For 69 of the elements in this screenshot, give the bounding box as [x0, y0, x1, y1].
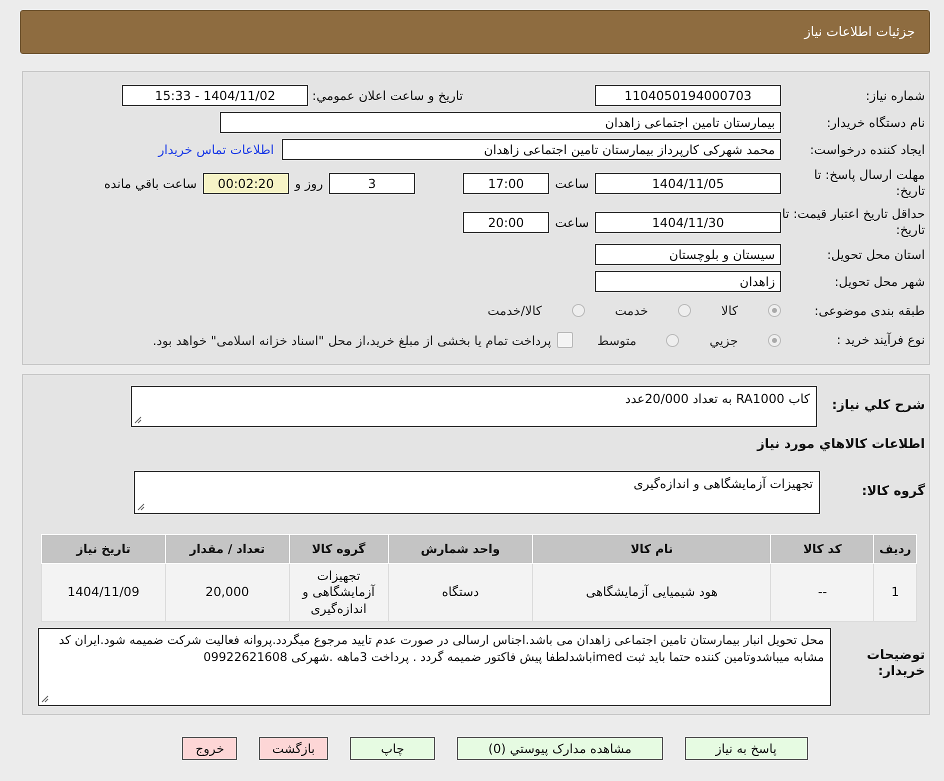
- text-field[interactable]: 1404/11/02 - 15:33: [122, 85, 308, 106]
- action-button[interactable]: بازگشت: [259, 737, 328, 760]
- column-header: تاریخ نیاز: [42, 534, 166, 564]
- table-cell: 1: [874, 564, 916, 622]
- option-label: خدمت: [614, 303, 648, 318]
- text-field[interactable]: بیمارستان تامین اجتماعی زاهدان: [220, 112, 781, 133]
- action-button[interactable]: پاسخ به نیاز: [684, 737, 808, 760]
- text-field[interactable]: سیستان و بلوچستان: [595, 244, 781, 265]
- text-field[interactable]: 1104050194000703: [595, 85, 781, 106]
- text-field[interactable]: 3: [328, 172, 415, 194]
- radio-button[interactable]: [666, 334, 680, 346]
- field-label: شرح کلي نیاز:: [830, 398, 926, 414]
- field-label: ایجاد کننده درخواست:: [808, 142, 926, 158]
- field-label: نام دستگاه خریدار:: [826, 114, 926, 130]
- table-cell: --: [770, 564, 874, 622]
- field-label: گروه کالا:: [860, 484, 926, 500]
- field-label: روز و: [294, 176, 323, 190]
- radio-button[interactable]: [768, 304, 781, 317]
- text-area[interactable]: کاب RA1000 به تعداد 20/000عدد: [131, 386, 817, 426]
- section-heading: اطلاعات کالاهاي مورد نیاز: [756, 436, 926, 452]
- field-label: استان محل تحویل:: [826, 246, 926, 262]
- radio-button[interactable]: [572, 304, 585, 317]
- field-label: شماره نیاز:: [864, 88, 926, 104]
- resize-grip-icon[interactable]: [137, 502, 145, 510]
- text-field[interactable]: 17:00: [462, 172, 549, 194]
- action-button[interactable]: مشاهده مدارک پیوستي (0): [457, 737, 663, 760]
- column-header: تعداد / مقدار: [165, 534, 290, 564]
- radio-button[interactable]: [768, 334, 781, 346]
- table-cell: دستگاه: [388, 564, 533, 622]
- resize-grip-icon[interactable]: [134, 416, 142, 424]
- option-label: کالا/خدمت: [487, 303, 542, 318]
- action-button[interactable]: خروج: [182, 737, 238, 760]
- column-header: واحد شمارش: [388, 534, 533, 564]
- field-label: ساعت: [554, 214, 589, 230]
- field-label: ساعت: [554, 176, 589, 190]
- table-cell: 20,000: [165, 564, 290, 622]
- field-label: حداقل تاریخ اعتبار قیمت: تا تاریخ:: [781, 206, 926, 238]
- table-cell: هود شیمیایی آزمایشگاهی: [532, 564, 771, 622]
- column-header: ردیف: [874, 534, 916, 564]
- radio-button[interactable]: [678, 304, 692, 317]
- field-label: نوع فرآیند خرید :: [836, 332, 926, 348]
- column-header: کد کالا: [770, 534, 874, 564]
- option-label: متوسط: [597, 332, 636, 348]
- text-field[interactable]: 20:00: [462, 212, 549, 232]
- column-header: نام کالا: [532, 534, 771, 564]
- text-field[interactable]: زاهدان: [595, 271, 781, 292]
- column-header: گروه کالا: [289, 534, 388, 564]
- field-label: مهلت ارسال پاسخ: تا تاریخ:: [813, 167, 926, 199]
- table-cell: تجهیزات آزمایشگاهی و اندازه‌گیری: [289, 564, 388, 622]
- resize-grip-icon[interactable]: [41, 694, 49, 703]
- field-label: تاریخ و ساعت اعلان عمومي:: [312, 88, 463, 103]
- field-label: طبقه بندی موضوعی:: [813, 302, 926, 318]
- text-field[interactable]: محمد شهرکی کارپرداز بیمارستان تامین اجتماعی زاهدان: [282, 139, 781, 160]
- text-field[interactable]: 1404/11/30: [595, 212, 781, 232]
- table-cell: 1404/11/09: [42, 564, 166, 622]
- text-area[interactable]: محل تحویل انبار بیمارستان تامین اجتماعی زاهدان می باشد.اجناس ارسالی در صورت عدم تایید مرجوع میگردد.پروانه فعالیت شرکت ضمیمه شود.ایران کد مشابه میباشدوتامین کننده حتما باید ثبت imedباشدلطفا پیش فاکتور ضمیمه گردد . پرداخت 3ماهه .شهرکی 09922621608: [38, 628, 831, 706]
- page-title: جزئیات اطلاعات نیاز: [804, 24, 915, 40]
- field-label: توضیحات خریدار:: [866, 646, 926, 680]
- text-field[interactable]: 00:02:20: [202, 172, 289, 194]
- text-field[interactable]: 1404/11/05: [595, 172, 781, 194]
- field-label: شهر محل تحویل:: [834, 274, 926, 290]
- text-area[interactable]: تجهیزات آزمایشگاهی و اندازه‌گیری: [134, 470, 820, 514]
- option-label: جزيي: [709, 332, 738, 348]
- field-label: ساعت باقي مانده: [104, 176, 197, 190]
- option-label: پرداخت تمام یا بخشی از مبلغ خرید،از محل "اسناد خزانه اسلامی" خواهد بود.: [152, 332, 552, 348]
- option-label: کالا: [721, 303, 738, 318]
- checkbox[interactable]: [557, 332, 574, 348]
- action-button[interactable]: چاپ: [350, 737, 436, 760]
- contact-link[interactable]: اطلاعات تماس خریدار: [158, 142, 274, 157]
